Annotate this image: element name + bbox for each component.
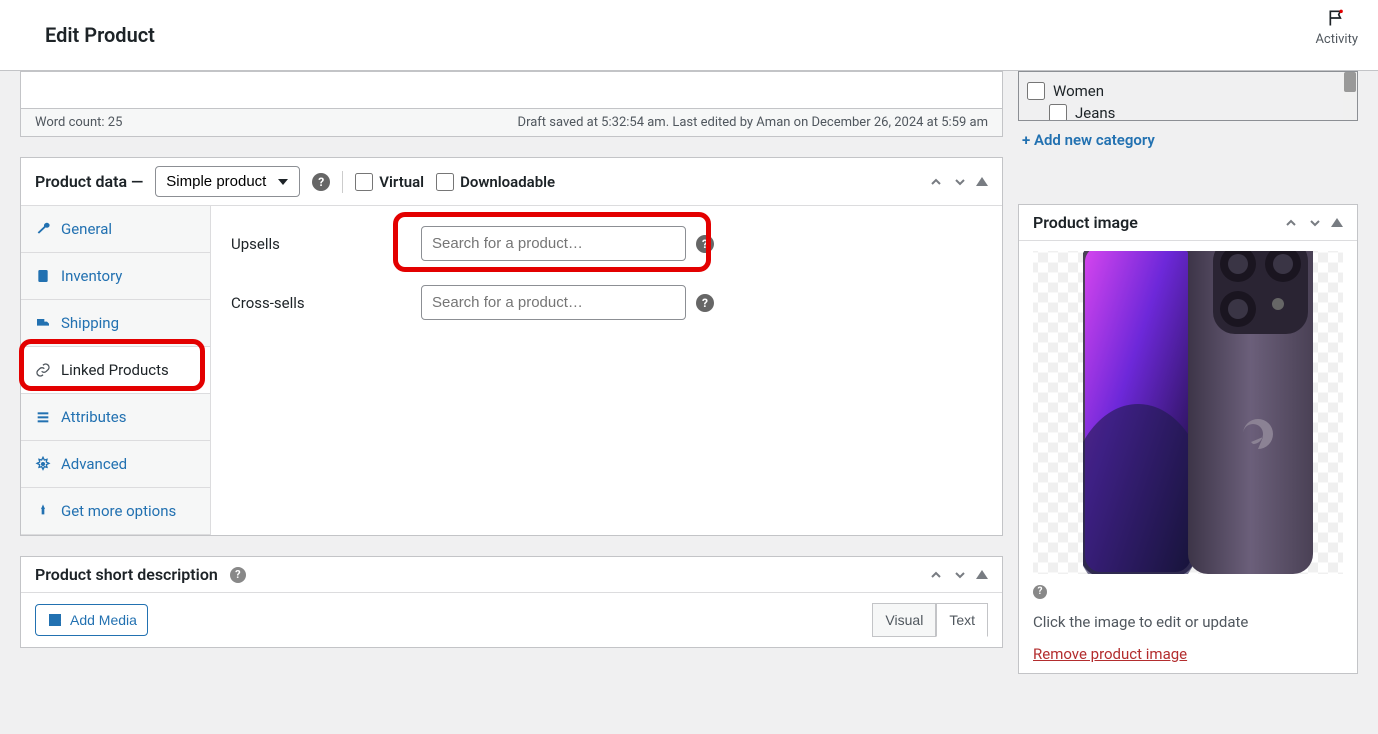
product-data-title: Product data — bbox=[35, 172, 143, 191]
add-media-button[interactable]: Add Media bbox=[35, 604, 148, 636]
category-jeans[interactable]: Jeans bbox=[1027, 102, 1349, 121]
save-status: Draft saved at 5:32:54 am. Last edited b… bbox=[518, 115, 988, 130]
crosssells-search-input[interactable] bbox=[421, 285, 686, 320]
chevron-down-icon[interactable] bbox=[952, 567, 968, 583]
category-list[interactable]: Women Jeans bbox=[1018, 71, 1358, 121]
downloadable-checkbox[interactable]: Downloadable bbox=[436, 173, 555, 191]
phone-image bbox=[1083, 251, 1313, 574]
tab-general[interactable]: General bbox=[21, 206, 210, 253]
tab-advanced[interactable]: Advanced bbox=[21, 441, 210, 488]
chevron-up-icon[interactable] bbox=[928, 174, 944, 190]
editor-footer: Word count: 25 Draft saved at 5:32:54 am… bbox=[20, 108, 1003, 137]
clipboard-icon bbox=[35, 268, 51, 284]
scrollbar[interactable] bbox=[1343, 72, 1357, 120]
gear-icon bbox=[35, 456, 51, 472]
toggle-panel-icon[interactable] bbox=[976, 570, 988, 579]
short-description-panel: Product short description ? Add Media Vi… bbox=[20, 556, 1003, 648]
activity-label: Activity bbox=[1315, 32, 1358, 47]
wrench-icon bbox=[35, 221, 51, 237]
highlight-linked-tab bbox=[19, 339, 205, 391]
short-desc-title: Product short description bbox=[35, 565, 218, 584]
visual-tab[interactable]: Visual bbox=[872, 603, 936, 637]
image-note: Click the image to edit or update bbox=[1033, 599, 1343, 645]
remove-image-link[interactable]: Remove product image bbox=[1033, 645, 1187, 663]
tab-attributes[interactable]: Attributes bbox=[21, 394, 210, 441]
activity-button[interactable]: Activity bbox=[1315, 8, 1358, 47]
truck-icon bbox=[35, 315, 51, 331]
media-icon bbox=[46, 611, 64, 629]
toggle-panel-icon[interactable] bbox=[976, 177, 988, 186]
add-category-link[interactable]: + Add new category bbox=[1018, 121, 1358, 149]
chevron-down-icon[interactable] bbox=[1307, 215, 1323, 231]
help-icon[interactable]: ? bbox=[312, 173, 330, 191]
tab-get-more[interactable]: Get more options bbox=[21, 488, 210, 535]
page-header: Edit Product Activity bbox=[0, 0, 1378, 71]
chevron-down-icon[interactable] bbox=[952, 174, 968, 190]
crosssells-label: Cross-sells bbox=[231, 294, 421, 312]
category-women[interactable]: Women bbox=[1027, 80, 1349, 102]
list-icon bbox=[35, 409, 51, 425]
chevron-up-icon[interactable] bbox=[928, 567, 944, 583]
flag-icon bbox=[1327, 8, 1347, 28]
pin-icon bbox=[35, 503, 51, 519]
virtual-checkbox[interactable]: Virtual bbox=[355, 173, 424, 191]
product-image-panel: Product image bbox=[1018, 204, 1358, 674]
toggle-panel-icon[interactable] bbox=[1331, 218, 1343, 227]
product-data-panel: Product data — Simple product ? Virtual … bbox=[20, 157, 1003, 536]
tab-inventory[interactable]: Inventory bbox=[21, 253, 210, 300]
product-image[interactable] bbox=[1033, 251, 1343, 574]
help-icon[interactable]: ? bbox=[1033, 585, 1047, 599]
text-tab[interactable]: Text bbox=[936, 603, 988, 637]
highlight-upsells bbox=[393, 212, 711, 272]
help-icon[interactable]: ? bbox=[230, 567, 246, 583]
editor-body[interactable] bbox=[20, 71, 1003, 108]
chevron-up-icon[interactable] bbox=[1283, 215, 1299, 231]
product-image-title: Product image bbox=[1033, 213, 1283, 232]
word-count: Word count: 25 bbox=[35, 115, 122, 130]
page-title: Edit Product bbox=[45, 23, 155, 47]
help-icon[interactable]: ? bbox=[696, 294, 714, 312]
product-type-select[interactable]: Simple product bbox=[155, 166, 300, 197]
